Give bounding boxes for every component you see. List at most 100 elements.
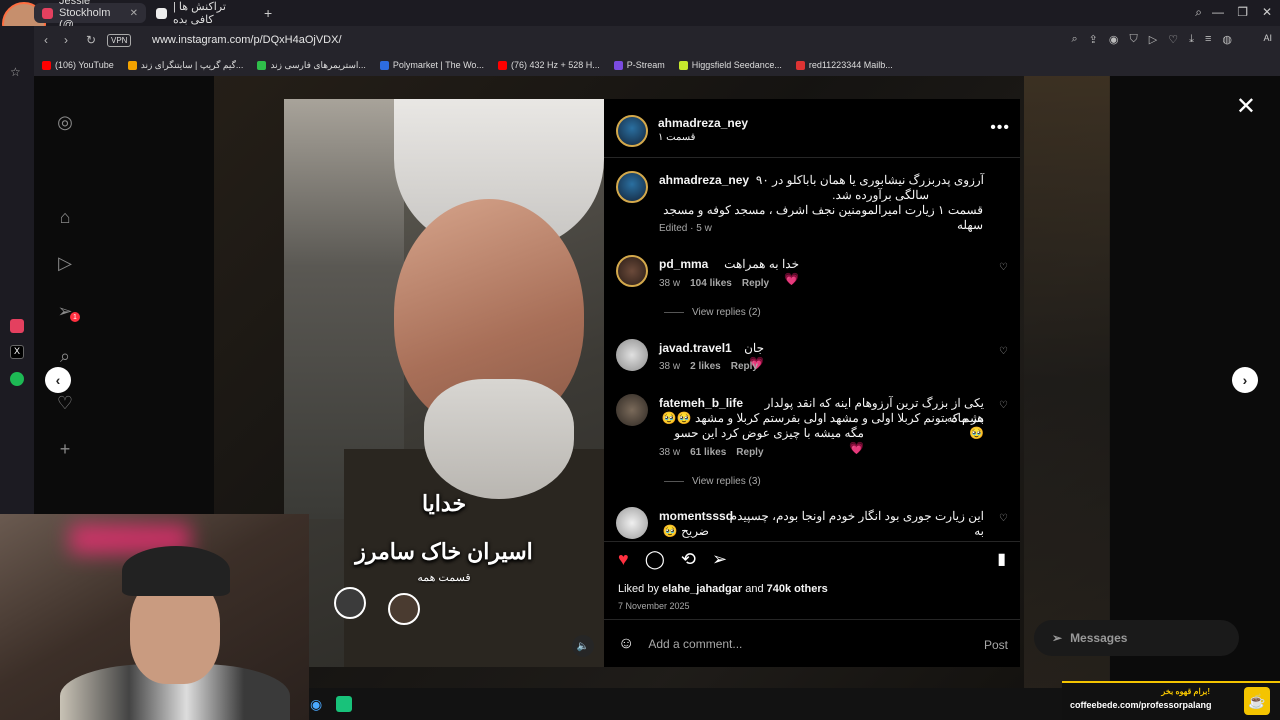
view-replies-button[interactable]: View replies (2)	[664, 307, 761, 318]
commenter-avatar[interactable]	[616, 394, 648, 426]
tagged-user-avatar[interactable]	[388, 593, 420, 625]
zoom-icon[interactable]: ⌕	[1072, 33, 1078, 46]
url-field[interactable]: www.instagram.com/p/DQxH4aOjVDX/	[152, 34, 342, 46]
share-icon[interactable]: ➢	[712, 549, 727, 570]
video-figure-beard	[424, 379, 574, 499]
instagram-logo-icon[interactable]: ◎	[54, 111, 76, 133]
bookmark-item[interactable]: (106) YouTube	[42, 60, 114, 70]
save-bookmark-icon[interactable]: ▮	[997, 549, 1006, 569]
emoji-icon[interactable]: ☺	[618, 635, 634, 653]
commenter-avatar[interactable]	[616, 507, 648, 539]
tab-instagram[interactable]: Jessie Stockholm (@ ✕	[34, 0, 146, 31]
camera-icon[interactable]: ◉	[1109, 33, 1119, 46]
view-replies-button[interactable]: View replies (3)	[664, 476, 761, 487]
page-favicon-icon	[156, 7, 167, 19]
home-icon[interactable]: ⌂	[54, 206, 76, 228]
like-comment-icon[interactable]: ♡	[999, 400, 1008, 411]
download-icon[interactable]: ⤓	[1189, 33, 1194, 46]
donation-url: coffeebede.com/professorpalang	[1070, 700, 1212, 710]
heart-icon[interactable]: ♡	[1168, 33, 1178, 46]
like-heart-icon[interactable]: ♥	[618, 549, 629, 570]
comment-input[interactable]: Add a comment...	[648, 637, 742, 651]
bookmark-favicon-icon	[257, 60, 267, 70]
next-post-button[interactable]: ›	[1232, 367, 1258, 393]
post-video[interactable]: خدایا اسیران خاک سامرز قسمت همه 🔈	[284, 99, 604, 667]
menu-icon[interactable]: ≡	[1205, 33, 1211, 46]
maximize-icon[interactable]: ❐	[1237, 5, 1248, 19]
back-icon[interactable]: ‹	[44, 33, 48, 47]
bookmark-item[interactable]: red11223344 Mailb...	[795, 60, 893, 70]
notifications-heart-icon[interactable]: ♡	[54, 392, 76, 414]
post-side-panel: ahmadreza_ney قسمت ۱ ••• ahmadreza_ney آ…	[604, 99, 1020, 667]
vpn-badge[interactable]: VPN	[107, 34, 132, 47]
bookmark-item[interactable]: Higgsfield Seedance...	[678, 60, 782, 70]
video-caption-line-2: اسیران خاک سامرز	[355, 539, 533, 564]
app-icon[interactable]	[336, 696, 352, 712]
reload-icon[interactable]: ↻	[86, 33, 96, 47]
comment-username[interactable]: fatemeh_b_life	[659, 396, 743, 410]
like-comment-icon[interactable]: ♡	[999, 346, 1008, 357]
post-date: 7 November 2025	[618, 601, 690, 611]
instagram-icon[interactable]	[10, 319, 24, 333]
divider	[604, 157, 1020, 158]
forward-icon[interactable]: ›	[64, 33, 68, 47]
author-username[interactable]: ahmadreza_ney	[658, 116, 748, 130]
caption-author-avatar[interactable]	[616, 171, 648, 203]
bookmark-item[interactable]: Polymarket | The Wo...	[379, 60, 484, 70]
star-icon[interactable]: ☆	[10, 65, 24, 79]
comment-icon[interactable]: ◯	[645, 549, 665, 570]
webcam-overlay	[0, 514, 309, 720]
like-comment-icon[interactable]: ♡	[999, 513, 1008, 524]
close-tab-icon[interactable]: ✕	[130, 8, 138, 19]
streamer-hat	[122, 546, 230, 596]
tab-coffeebede[interactable]: تراکنش ها | کافی بده	[148, 1, 258, 26]
post-actions: ♥ ◯ ⟲ ➢	[618, 549, 727, 570]
post-comment-button[interactable]: Post	[984, 638, 1008, 652]
profile-icon[interactable]: ◍	[1222, 33, 1232, 46]
comment-username[interactable]: pd_mma	[659, 257, 708, 271]
mute-icon[interactable]: 🔈	[572, 635, 594, 657]
shield-icon[interactable]: ⛉	[1130, 33, 1138, 46]
commenter-avatar[interactable]	[616, 255, 648, 287]
bookmark-favicon-icon	[678, 60, 688, 70]
comment-username[interactable]: momentsssd	[659, 509, 733, 523]
minimize-icon[interactable]: —	[1212, 5, 1224, 19]
share-icon[interactable]: ⇪	[1089, 33, 1098, 46]
ai-button[interactable]: AI	[1263, 33, 1272, 43]
comment-meta: 38 w 104 likes Reply	[659, 278, 770, 289]
repost-icon[interactable]: ⟲	[681, 549, 696, 570]
donation-overlay: برام قهوه بخر! coffeebede.com/professorp…	[1062, 681, 1280, 720]
author-avatar[interactable]	[616, 115, 648, 147]
previous-post-button[interactable]: ‹	[45, 367, 71, 393]
play-icon[interactable]: ▷	[1149, 33, 1157, 46]
bookmark-item[interactable]: (76) 432 Hz + 528 H...	[497, 60, 600, 70]
comment-username[interactable]: javad.travel1	[659, 341, 732, 355]
more-options-icon[interactable]: •••	[990, 119, 1010, 137]
caption-username[interactable]: ahmadreza_ney	[659, 173, 749, 187]
browser-tab-bar: Jessie Stockholm (@ ✕ تراکنش ها | کافی ب…	[0, 0, 1280, 46]
bookmark-item[interactable]: گیم گریپ | سایتنگرای زند...	[127, 60, 243, 71]
messages-button[interactable]: ➢ Messages	[1034, 620, 1239, 656]
bookmark-favicon-icon	[795, 60, 805, 70]
tagged-user-avatar[interactable]	[334, 587, 366, 619]
search-tabs-icon[interactable]: ⌕	[1195, 5, 1202, 20]
bookmark-item[interactable]: P-Stream	[613, 60, 665, 70]
bookmarks-bar: (106) YouTube گیم گریپ | سایتنگرای زند..…	[34, 54, 1280, 76]
close-window-icon[interactable]: ✕	[1262, 5, 1272, 19]
close-icon[interactable]: ✕	[1236, 92, 1256, 121]
reels-icon[interactable]: ▷	[54, 252, 76, 274]
search-icon[interactable]: ⌕	[54, 345, 76, 367]
post-subtitle: قسمت ۱	[658, 132, 696, 143]
new-tab-icon[interactable]: +	[264, 5, 272, 21]
caption-line: آرزوی پدربزرگ نیشابوری یا همان باباکلو د…	[755, 173, 984, 187]
commenter-avatar[interactable]	[616, 339, 648, 371]
instagram-favicon-icon	[42, 7, 53, 19]
x-icon[interactable]: X	[10, 345, 24, 359]
create-icon[interactable]: +	[54, 438, 76, 460]
bookmark-item[interactable]: استریمرهای فارسی زند...	[257, 60, 366, 71]
spotify-icon[interactable]	[10, 372, 24, 386]
like-comment-icon[interactable]: ♡	[999, 262, 1008, 273]
background-feed-right	[1024, 76, 1110, 688]
steam-icon[interactable]: ◉	[310, 696, 322, 713]
bookmark-favicon-icon	[613, 60, 623, 70]
